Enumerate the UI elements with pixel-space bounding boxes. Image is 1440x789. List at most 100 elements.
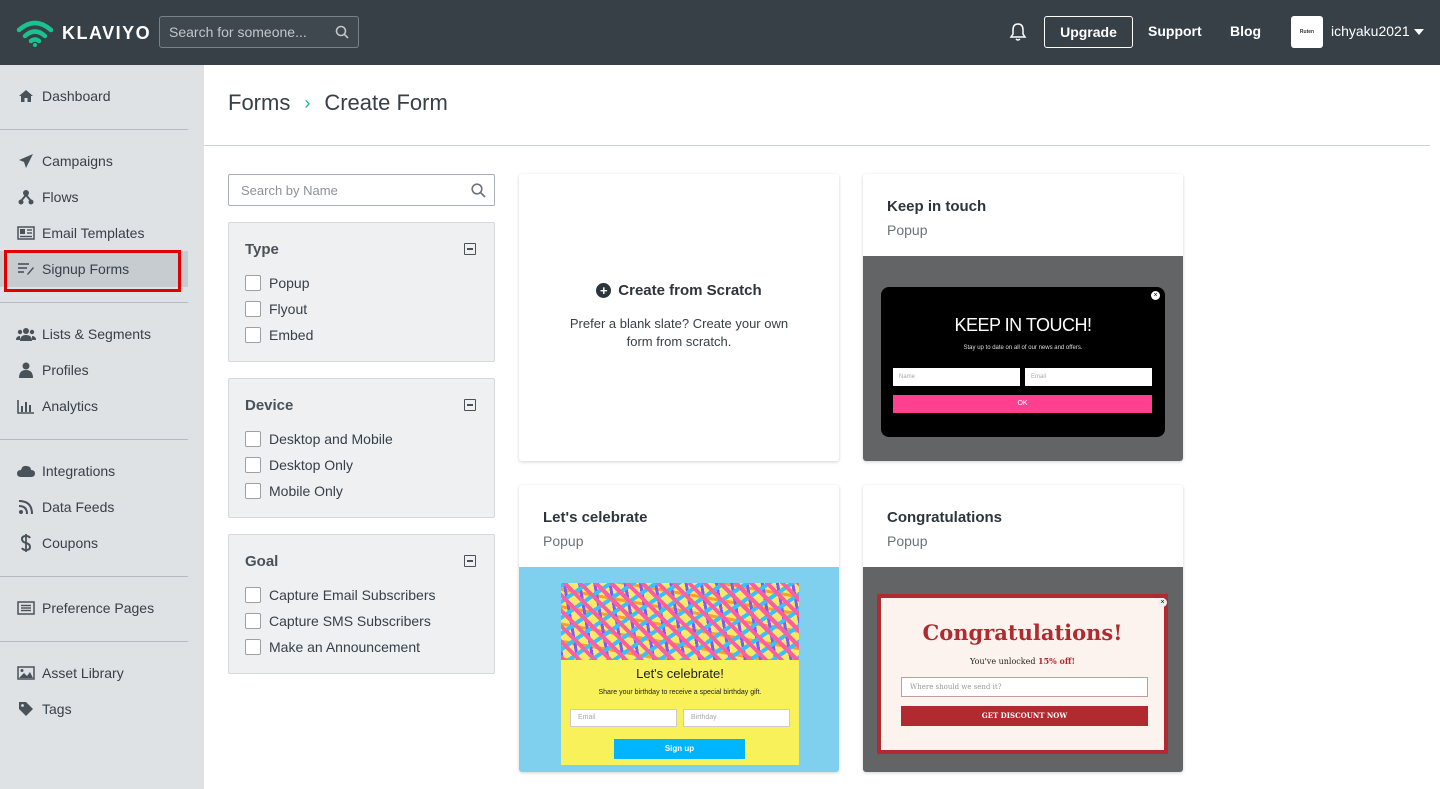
template-card-keep-in-touch[interactable]: Keep in touch Popup × KEEP IN TOUCH! Sta… [863, 174, 1183, 461]
chevron-right-icon: › [304, 92, 311, 113]
checkbox[interactable] [245, 457, 261, 473]
sidebar-item-profiles[interactable]: Profiles [0, 352, 188, 388]
global-search-input[interactable] [160, 17, 358, 47]
filter-option-mobile-only[interactable]: Mobile Only [245, 483, 343, 499]
filter-option-capture-email[interactable]: Capture Email Subscribers [245, 587, 436, 603]
checkbox[interactable] [245, 587, 261, 603]
checkbox[interactable] [245, 483, 261, 499]
checkbox[interactable] [245, 613, 261, 629]
wifi-logo-icon [16, 20, 54, 47]
template-preview: × KEEP IN TOUCH! Stay up to date on all … [863, 256, 1183, 461]
sidebar-item-email-templates[interactable]: Email Templates [0, 215, 188, 251]
sidebar-item-data-feeds[interactable]: Data Feeds [0, 489, 188, 525]
filter-option-label: Capture Email Subscribers [269, 587, 436, 603]
preview-headline: KEEP IN TOUCH! [954, 315, 1092, 335]
template-search[interactable] [228, 174, 495, 206]
sidebar-nav: Dashboard Campaigns Flows Email Template… [0, 65, 204, 789]
template-card-lets-celebrate[interactable]: Let's celebrate Popup Let's celebrate! S… [519, 485, 839, 772]
sidebar-item-label: Dashboard [42, 88, 111, 104]
preview-popup: × Congratulations! You've unlocked 15% o… [877, 594, 1168, 754]
bar-chart-icon [16, 398, 36, 414]
checkbox[interactable] [245, 431, 261, 447]
sidebar-item-label: Preference Pages [42, 600, 155, 616]
preview-headline: Congratulations! [922, 620, 1123, 645]
create-from-scratch-description: Prefer a blank slate? Create your own fo… [569, 316, 789, 349]
filter-option-flyout[interactable]: Flyout [245, 301, 307, 317]
preview-subtext-highlight: 15% off! [1038, 656, 1075, 666]
search-icon[interactable] [335, 25, 349, 39]
preview-popup: Let's celebrate! Share your birthday to … [561, 583, 799, 765]
dollar-icon [16, 534, 36, 552]
account-avatar[interactable]: Ruten [1291, 16, 1323, 48]
create-from-scratch-card[interactable]: + Create from Scratch Prefer a blank sla… [519, 174, 839, 461]
filter-option-desktop-only[interactable]: Desktop Only [245, 457, 353, 473]
filter-option-announcement[interactable]: Make an Announcement [245, 639, 420, 655]
filter-option-label: Mobile Only [269, 483, 343, 499]
sidebar-item-preference-pages[interactable]: Preference Pages [0, 590, 188, 626]
template-type: Popup [887, 222, 928, 238]
close-icon: × [1151, 291, 1160, 300]
sidebar-item-analytics[interactable]: Analytics [0, 388, 188, 424]
sidebar-item-dashboard[interactable]: Dashboard [0, 78, 188, 114]
template-title: Let's celebrate [543, 509, 648, 526]
preview-subtext: Stay up to date on all of our news and o… [963, 345, 1083, 351]
breadcrumb-forms-link[interactable]: Forms [228, 90, 290, 116]
sidebar-item-lists-segments[interactable]: Lists & Segments [0, 316, 188, 352]
sidebar-item-label: Tags [42, 701, 72, 717]
sidebar-item-label: Coupons [42, 535, 99, 551]
cloud-icon [16, 463, 36, 479]
preview-input-field: Where should we send it? [901, 677, 1148, 697]
filter-group-title: Device [245, 397, 294, 414]
sidebar-item-flows[interactable]: Flows [0, 179, 188, 215]
filter-option-capture-sms[interactable]: Capture SMS Subscribers [245, 613, 431, 629]
support-link[interactable]: Support [1148, 23, 1202, 39]
bell-icon[interactable] [1009, 22, 1027, 42]
filter-group-device: Device Desktop and Mobile Desktop Only M… [228, 378, 495, 518]
signup-forms-highlight-box [4, 250, 181, 292]
filter-option-label: Embed [269, 327, 314, 343]
checkbox[interactable] [245, 639, 261, 655]
filter-group-type: Type Popup Flyout Embed [228, 222, 495, 362]
header-divider [204, 145, 1430, 146]
filter-option-embed[interactable]: Embed [245, 327, 313, 343]
collapse-icon[interactable] [464, 555, 476, 567]
sidebar-item-label: Asset Library [42, 665, 124, 681]
filter-option-popup[interactable]: Popup [245, 275, 309, 291]
template-search-input[interactable] [229, 175, 494, 205]
filter-option-label: Popup [269, 275, 310, 291]
sidebar-item-label: Flows [42, 189, 79, 205]
sidebar-item-integrations[interactable]: Integrations [0, 453, 188, 489]
sidebar-item-label: Email Templates [42, 225, 145, 241]
sidebar-item-campaigns[interactable]: Campaigns [0, 143, 188, 179]
filter-option-label: Desktop and Mobile [269, 431, 393, 447]
upgrade-button[interactable]: Upgrade [1044, 16, 1133, 48]
sidebar-item-tags[interactable]: Tags [0, 691, 188, 727]
preview-headline: Let's celebrate! [636, 666, 724, 681]
template-preview: × Congratulations! You've unlocked 15% o… [863, 567, 1183, 772]
tag-icon [16, 701, 36, 717]
sidebar-item-asset-library[interactable]: Asset Library [0, 655, 188, 691]
checkbox[interactable] [245, 301, 261, 317]
collapse-icon[interactable] [464, 243, 476, 255]
create-from-scratch-label: Create from Scratch [618, 282, 762, 299]
sidebar-item-label: Lists & Segments [42, 326, 151, 342]
checkbox[interactable] [245, 275, 261, 291]
checkbox[interactable] [245, 327, 261, 343]
search-icon[interactable] [471, 183, 486, 198]
template-card-congratulations[interactable]: Congratulations Popup × Congratulations!… [863, 485, 1183, 772]
brand-name: KLAVIYO [62, 22, 152, 43]
account-username[interactable]: ichyaku2021 [1331, 23, 1410, 39]
sidebar-divider [0, 576, 188, 577]
blog-link[interactable]: Blog [1230, 23, 1261, 39]
collapse-icon[interactable] [464, 399, 476, 411]
filter-option-desktop-and-mobile[interactable]: Desktop and Mobile [245, 431, 393, 447]
sidebar-item-coupons[interactable]: Coupons [0, 525, 188, 561]
sidebar-item-label: Campaigns [42, 153, 113, 169]
template-type: Popup [543, 533, 584, 549]
klaviyo-logo[interactable]: KLAVIYO [16, 18, 151, 48]
preview-email-field: Email [570, 709, 677, 727]
global-search[interactable] [159, 16, 359, 48]
chevron-down-icon[interactable] [1414, 29, 1424, 35]
template-title: Congratulations [887, 509, 1002, 526]
flows-icon [16, 189, 36, 205]
